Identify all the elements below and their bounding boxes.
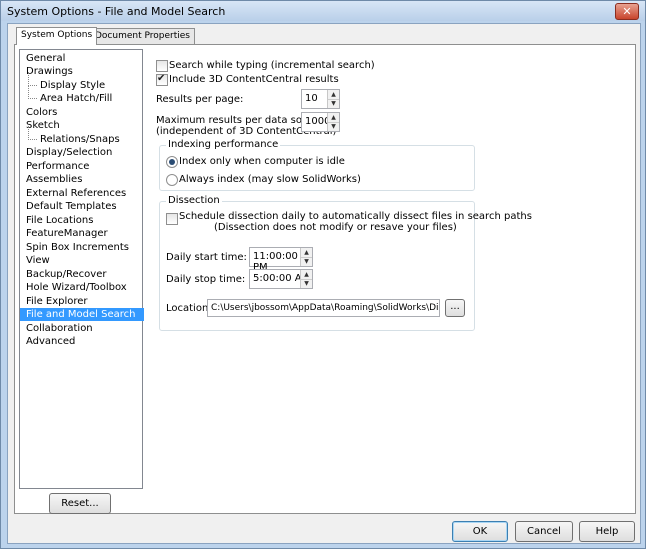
index-idle-radio[interactable] <box>166 156 178 168</box>
options-nav-tree: General Drawings Display Style Area Hatc… <box>19 49 144 489</box>
dissection-title: Dissection <box>166 195 222 206</box>
close-icon[interactable]: ✕ <box>615 3 639 20</box>
location-input[interactable]: C:\Users\jbossom\AppData\Roaming\SolidWo… <box>207 299 440 317</box>
search-while-typing-label: Search while typing (incremental search) <box>169 60 375 71</box>
daily-start-time-label: Daily start time: <box>166 252 247 263</box>
nav-item-default-templates[interactable]: Default Templates <box>24 200 119 213</box>
cancel-button[interactable]: Cancel <box>515 521 573 542</box>
nav-item-featuremanager[interactable]: FeatureManager <box>24 227 110 240</box>
nav-item-relations-snaps[interactable]: Relations/Snaps <box>28 126 122 146</box>
daily-stop-time-spinner[interactable]: 5:00:00 AM ▲ ▼ <box>249 269 313 289</box>
index-always-label: Always index (may slow SolidWorks) <box>179 174 361 185</box>
nav-item-collaboration[interactable]: Collaboration <box>24 322 95 335</box>
nav-item-external-references[interactable]: External References <box>24 187 128 200</box>
tab-system-options[interactable]: System Options <box>16 27 98 45</box>
nav-item-colors[interactable]: Colors <box>24 106 59 119</box>
spin-down-icon[interactable]: ▼ <box>301 257 312 266</box>
max-results-spinner[interactable]: 1000 ▲ ▼ <box>301 112 340 132</box>
results-per-page-label: Results per page: <box>156 94 244 105</box>
nav-item-hole-wizard-toolbox[interactable]: Hole Wizard/Toolbox <box>24 281 129 294</box>
ok-button[interactable]: OK <box>452 521 508 542</box>
nav-item-spin-box-increments[interactable]: Spin Box Increments <box>24 241 131 254</box>
dialog-window: System Options - File and Model Search ✕… <box>0 0 646 549</box>
nav-item-display-style[interactable]: Display Style <box>27 72 107 92</box>
index-always-radio[interactable] <box>166 174 178 186</box>
search-while-typing-checkbox[interactable] <box>156 60 168 72</box>
tab-panel: General Drawings Display Style Area Hatc… <box>14 44 636 514</box>
spin-down-icon[interactable]: ▼ <box>328 99 339 108</box>
daily-stop-time-label: Daily stop time: <box>166 274 246 285</box>
schedule-dissection-label: Schedule dissection daily to automatical… <box>179 211 532 222</box>
nav-item-assemblies[interactable]: Assemblies <box>24 173 84 186</box>
dissection-group: Dissection Schedule dissection daily to … <box>159 195 532 331</box>
include-3dcc-checkbox[interactable] <box>156 73 168 86</box>
location-label: Location: <box>166 303 212 314</box>
nav-item-backup-recover[interactable]: Backup/Recover <box>24 268 108 281</box>
tab-document-properties[interactable]: Document Properties <box>90 28 195 44</box>
daily-start-time-spinner[interactable]: 11:00:00 PM ▲ ▼ <box>249 247 313 273</box>
nav-item-area-hatch-fill[interactable]: Area Hatch/Fill <box>27 85 114 105</box>
results-per-page-value: 10 <box>305 93 318 104</box>
spin-down-icon[interactable]: ▼ <box>301 279 312 288</box>
nav-item-file-and-model-search[interactable]: File and Model Search <box>20 308 144 321</box>
schedule-dissection-checkbox[interactable] <box>166 213 178 225</box>
spin-down-icon[interactable]: ▼ <box>328 122 339 131</box>
results-per-page-spinner[interactable]: 10 ▲ ▼ <box>301 89 340 109</box>
schedule-dissection-note: (Dissection does not modify or resave yo… <box>214 222 457 233</box>
dialog-client: System Options Document Properties Gener… <box>7 23 641 544</box>
title-bar[interactable]: System Options - File and Model Search ✕ <box>1 1 645 21</box>
nav-item-performance[interactable]: Performance <box>24 160 91 173</box>
nav-item-file-locations[interactable]: File Locations <box>24 214 95 227</box>
help-button[interactable]: Help <box>579 521 635 542</box>
indexing-performance-title: Indexing performance <box>166 139 281 150</box>
nav-item-display-selection[interactable]: Display/Selection <box>24 146 114 159</box>
reset-button[interactable]: Reset... <box>49 493 111 514</box>
browse-button[interactable]: ... <box>445 299 465 317</box>
nav-item-advanced[interactable]: Advanced <box>24 335 77 348</box>
index-idle-label: Index only when computer is idle <box>179 156 345 167</box>
window-title: System Options - File and Model Search <box>7 5 226 18</box>
nav-item-general[interactable]: General <box>24 52 67 65</box>
indexing-performance-group: Indexing performance Index only when com… <box>159 139 475 191</box>
nav-item-view[interactable]: View <box>24 254 52 267</box>
nav-item-file-explorer[interactable]: File Explorer <box>24 295 90 308</box>
include-3dcc-label: Include 3D ContentCentral results <box>169 74 339 85</box>
